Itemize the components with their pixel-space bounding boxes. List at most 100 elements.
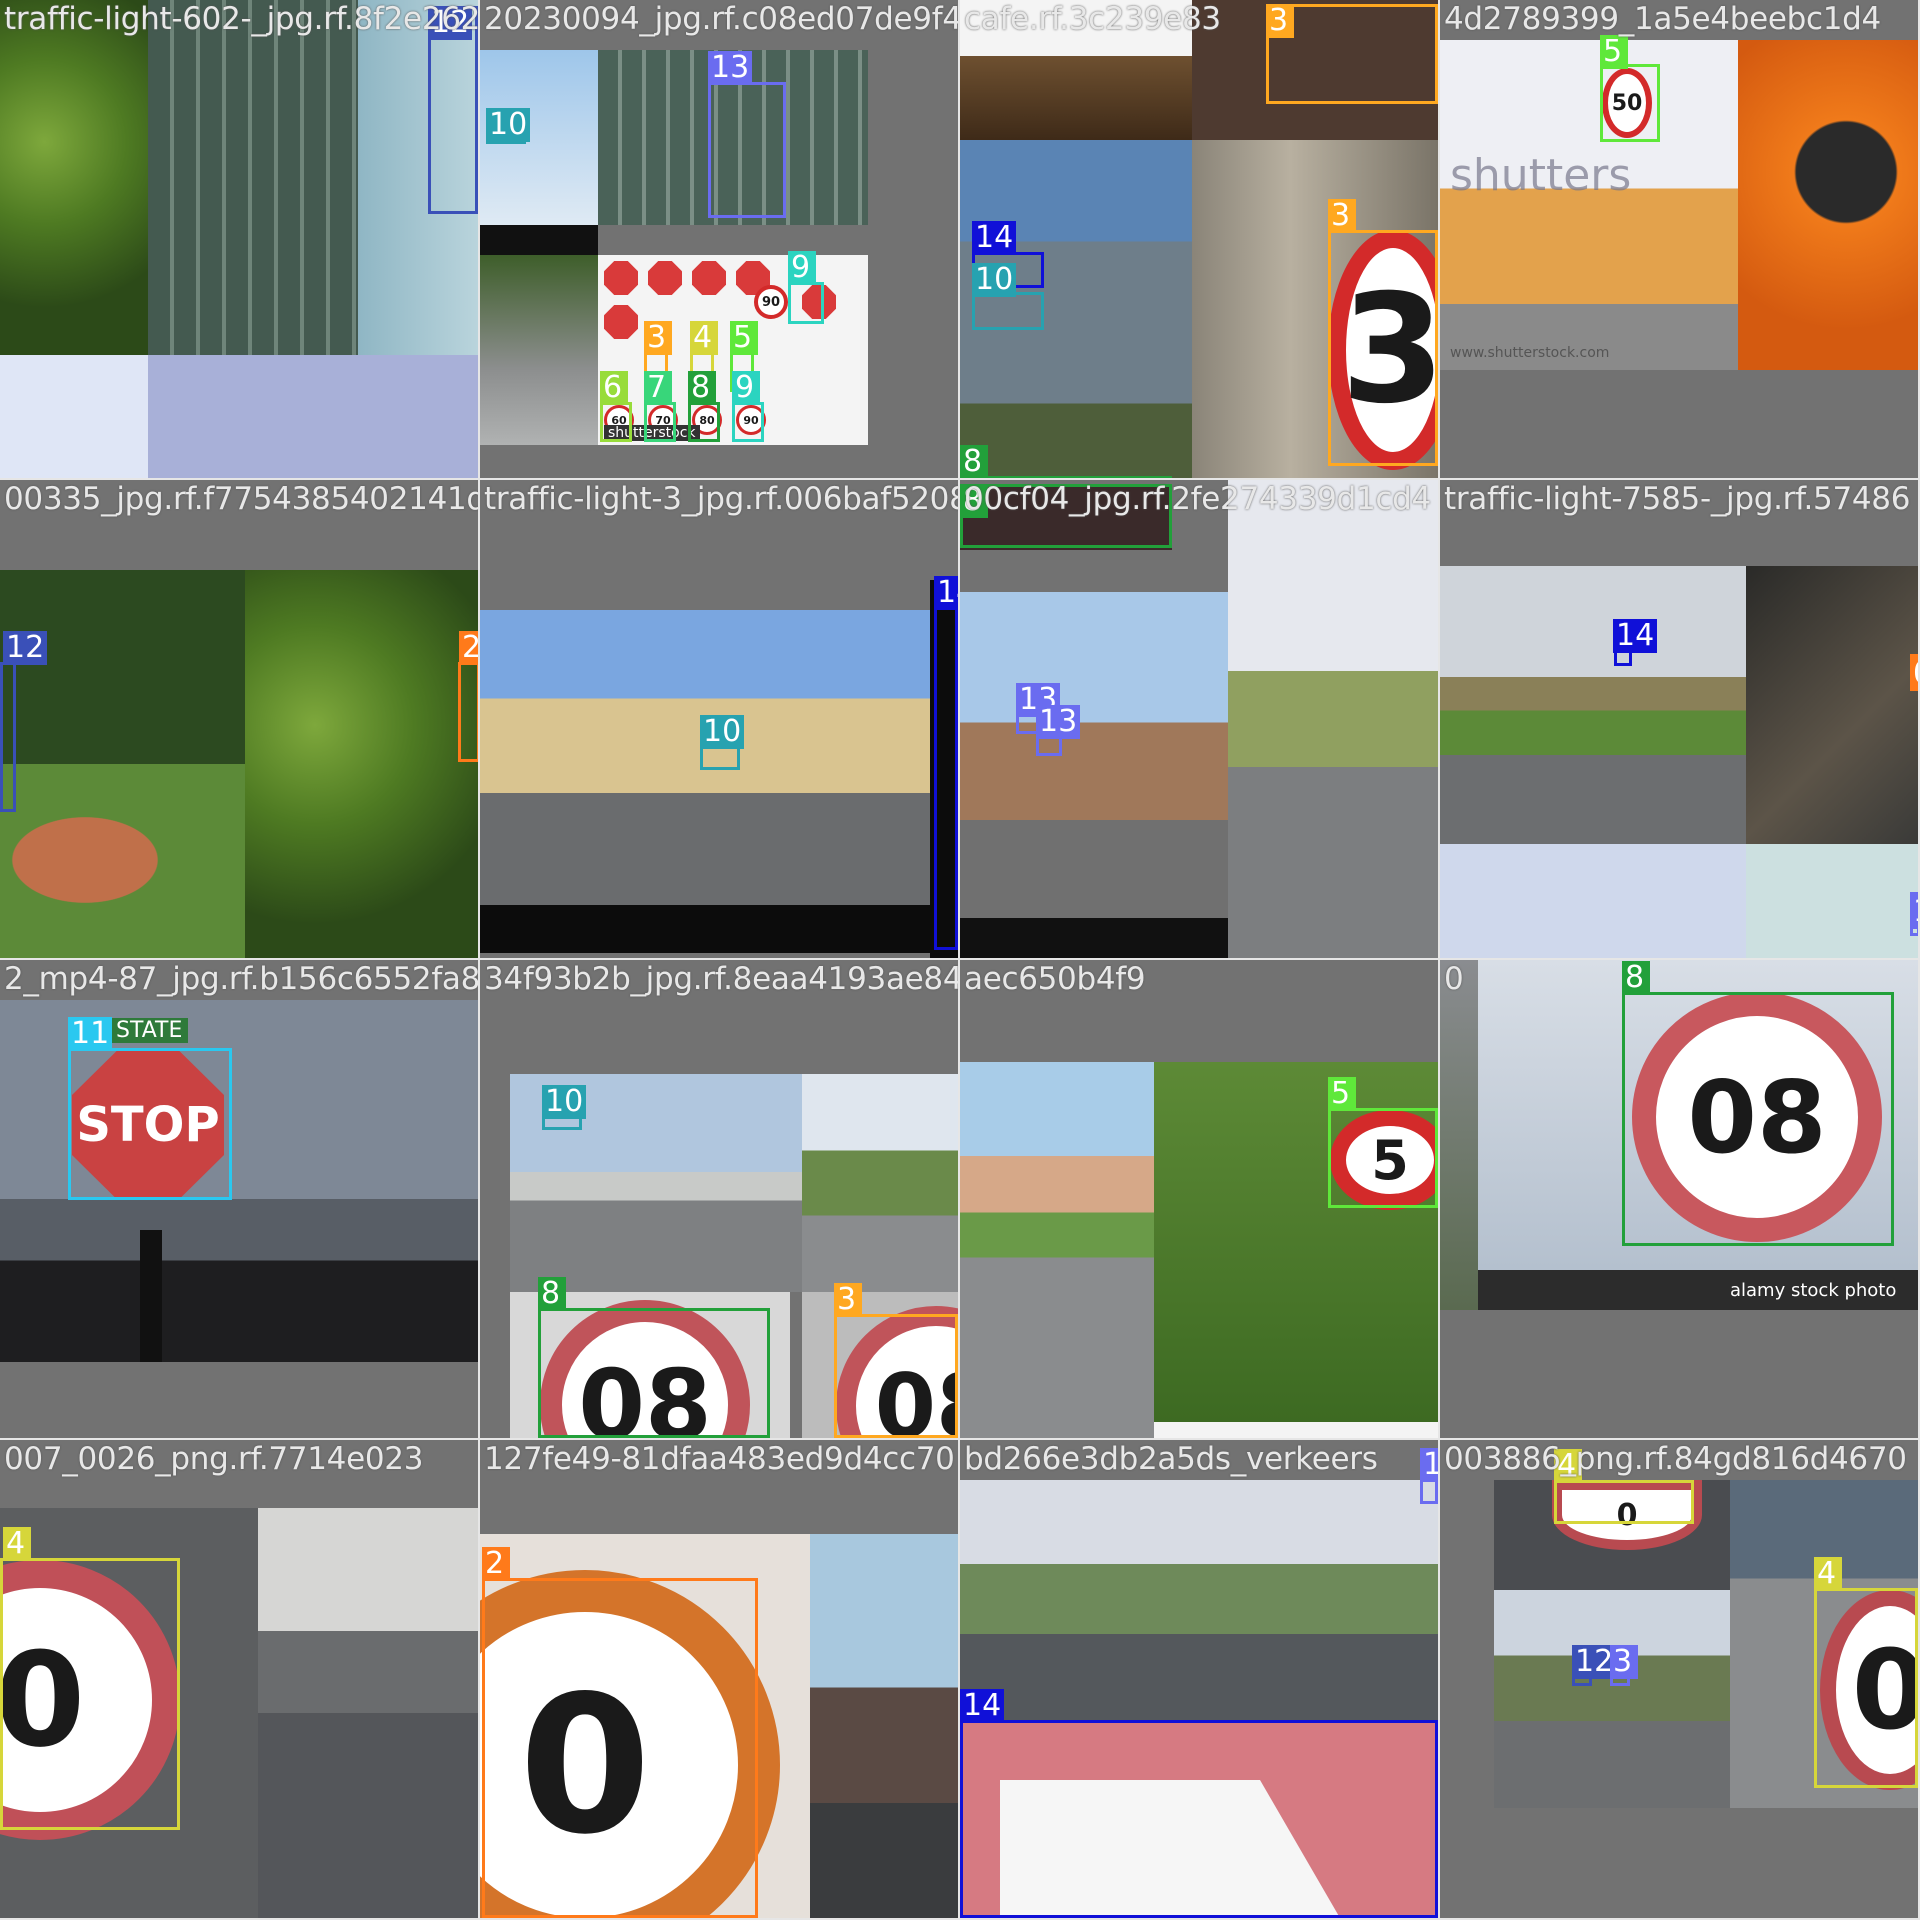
photo-person xyxy=(1738,40,1918,370)
tile-title: 4d2789399_1a5e4beebc1d4 xyxy=(1444,1,1881,37)
photo-road-scene xyxy=(480,255,598,445)
tile-1: 90 60 70 80 90 shutterstock 20230094_jpg… xyxy=(480,0,960,480)
detection-box: 12 xyxy=(0,631,48,812)
detection-box: 5 xyxy=(1328,1077,1438,1208)
photo-village xyxy=(960,1062,1154,1438)
class-label: 8 xyxy=(960,445,988,478)
class-label: 10 xyxy=(700,715,745,749)
detection-box: 3 xyxy=(1610,1645,1638,1686)
class-label: 14 xyxy=(972,221,1017,255)
detection-box: 7 xyxy=(644,371,676,442)
photo-post xyxy=(140,1230,162,1362)
class-label: 3 xyxy=(1266,4,1294,38)
class-label: 8 xyxy=(688,371,716,405)
photo-black-bar xyxy=(960,918,1228,958)
street-sign: STATE xyxy=(110,1018,189,1043)
detection-box: 14 xyxy=(1613,619,1658,666)
photo-sky xyxy=(0,355,148,478)
photo-empty xyxy=(1440,370,1918,478)
class-label: 8 xyxy=(538,1277,566,1311)
class-label: 5 xyxy=(1328,1077,1356,1111)
photo-sky xyxy=(1440,844,1746,958)
tile-0: traffic-light-602-_jpg.rf.8f2e26256f4 12 xyxy=(0,0,480,480)
detection-box: 3 xyxy=(1266,4,1438,104)
watermark: shutters xyxy=(1450,150,1632,201)
photo-glass-wall xyxy=(148,0,358,355)
tile-5: traffic-light-3_jpg.rf.006baf5208839d 10… xyxy=(480,480,960,960)
tile-title: 20230094_jpg.rf.c08ed07de9f4e0a4c69e2006… xyxy=(484,1,960,37)
detection-box: 14 xyxy=(934,576,958,950)
tile-15: 0 0 003886_png.rf.84gd816d4670 4 12 3 4 xyxy=(1440,1440,1920,1920)
photo-black-bar xyxy=(480,905,930,953)
detection-box: 9 xyxy=(788,251,824,324)
detection-box: 0 xyxy=(1910,654,1918,691)
detection-box: 13 xyxy=(708,51,786,218)
detection-box: 5 xyxy=(1600,35,1660,142)
class-label: 4 xyxy=(690,321,718,355)
detection-box: 1 xyxy=(1910,892,1918,936)
class-label: 2 xyxy=(482,1547,510,1581)
detection-box: 13 xyxy=(1420,1448,1438,1504)
tile-12: 0 007_0026_png.rf.7714e023 4 xyxy=(0,1440,480,1920)
tile-title: aec650b4f9 xyxy=(964,961,1146,997)
photo-cemetery xyxy=(1440,566,1746,844)
tile-10: 5 aec650b4f9 5 xyxy=(960,960,1440,1440)
tile-title: traffic-light-7585-_jpg.rf.57486 xyxy=(1444,481,1911,517)
tile-title: 003886_png.rf.84gd816d4670 xyxy=(1444,1441,1907,1477)
detection-box: 10 xyxy=(486,108,531,144)
detection-box: 4 xyxy=(0,1527,180,1830)
class-label: 9 xyxy=(732,371,760,405)
class-label: 13 xyxy=(708,51,753,85)
class-label: 3 xyxy=(1328,199,1356,233)
class-label: 4 xyxy=(1814,1557,1842,1591)
detection-box: 8 xyxy=(538,1277,770,1438)
tile-title: 0 xyxy=(1444,961,1464,997)
class-label: 7 xyxy=(644,371,672,405)
tile-11: alamy stock photo 08 0 8 xyxy=(1440,960,1920,1440)
class-label: 14 xyxy=(1613,619,1658,653)
photo-car xyxy=(0,810,170,910)
tile-title: 00335_jpg.rf.f7754385402141d0f62df9f765e… xyxy=(4,481,478,517)
photo-old-town xyxy=(960,592,1228,918)
class-label: 0 xyxy=(1910,657,1918,691)
photo-foliage xyxy=(245,570,478,958)
class-label: 14 xyxy=(934,576,958,610)
photo-country xyxy=(802,1074,958,1292)
photo-black-bar xyxy=(480,225,598,255)
detection-box: 2 xyxy=(458,631,478,762)
watermark: www.shutterstock.com xyxy=(1450,345,1610,361)
tile-14: bd266e3db2a5ds_verkeers 13 14 xyxy=(960,1440,1440,1920)
class-label: 10 xyxy=(542,1085,587,1119)
photo-country-road xyxy=(1228,480,1438,958)
detection-box: 3 xyxy=(1328,199,1438,466)
class-label: 9 xyxy=(788,251,816,285)
tile-title: cafe.rf.3c239e83 xyxy=(964,1,1221,37)
detection-box: 12 xyxy=(1572,1645,1617,1686)
detection-box: 4 xyxy=(1814,1557,1918,1788)
detection-box: 11 xyxy=(68,1017,232,1200)
detection-box: 10 xyxy=(972,263,1044,330)
detection-box: 2 xyxy=(482,1547,758,1918)
photo-avenue xyxy=(1494,1590,1730,1808)
tile-2: 3 cafe.rf.3c239e83 3 14 10 3 8 xyxy=(960,0,1440,480)
class-label: 5 xyxy=(1600,35,1628,69)
class-label: 14 xyxy=(960,1689,1005,1723)
photo-warehouse xyxy=(258,1508,478,1918)
detection-box: 14 xyxy=(960,1689,1438,1918)
detection-box: 8 xyxy=(1622,961,1894,1246)
detection-box: 12 xyxy=(428,6,478,214)
class-label: 8 xyxy=(1622,961,1650,995)
detection-box: 10 xyxy=(542,1085,587,1130)
photo-gantry xyxy=(1746,566,1918,844)
tile-7: traffic-light-7585-_jpg.rf.57486 14 0 1 xyxy=(1440,480,1920,960)
class-label: 13 xyxy=(1420,1448,1438,1482)
photo-foliage xyxy=(0,0,148,355)
class-label: 10 xyxy=(486,108,531,142)
tile-title: 007_0026_png.rf.7714e023 xyxy=(4,1441,424,1477)
tile-title: traffic-light-3_jpg.rf.006baf5208839d xyxy=(484,481,958,517)
sign-thumb xyxy=(604,305,638,339)
photo-desert-road xyxy=(1440,40,1738,370)
class-label: 1 xyxy=(1910,895,1918,929)
tile-title: traffic-light-602-_jpg.rf.8f2e26256f4 xyxy=(4,1,480,37)
class-label: 6 xyxy=(600,371,628,405)
